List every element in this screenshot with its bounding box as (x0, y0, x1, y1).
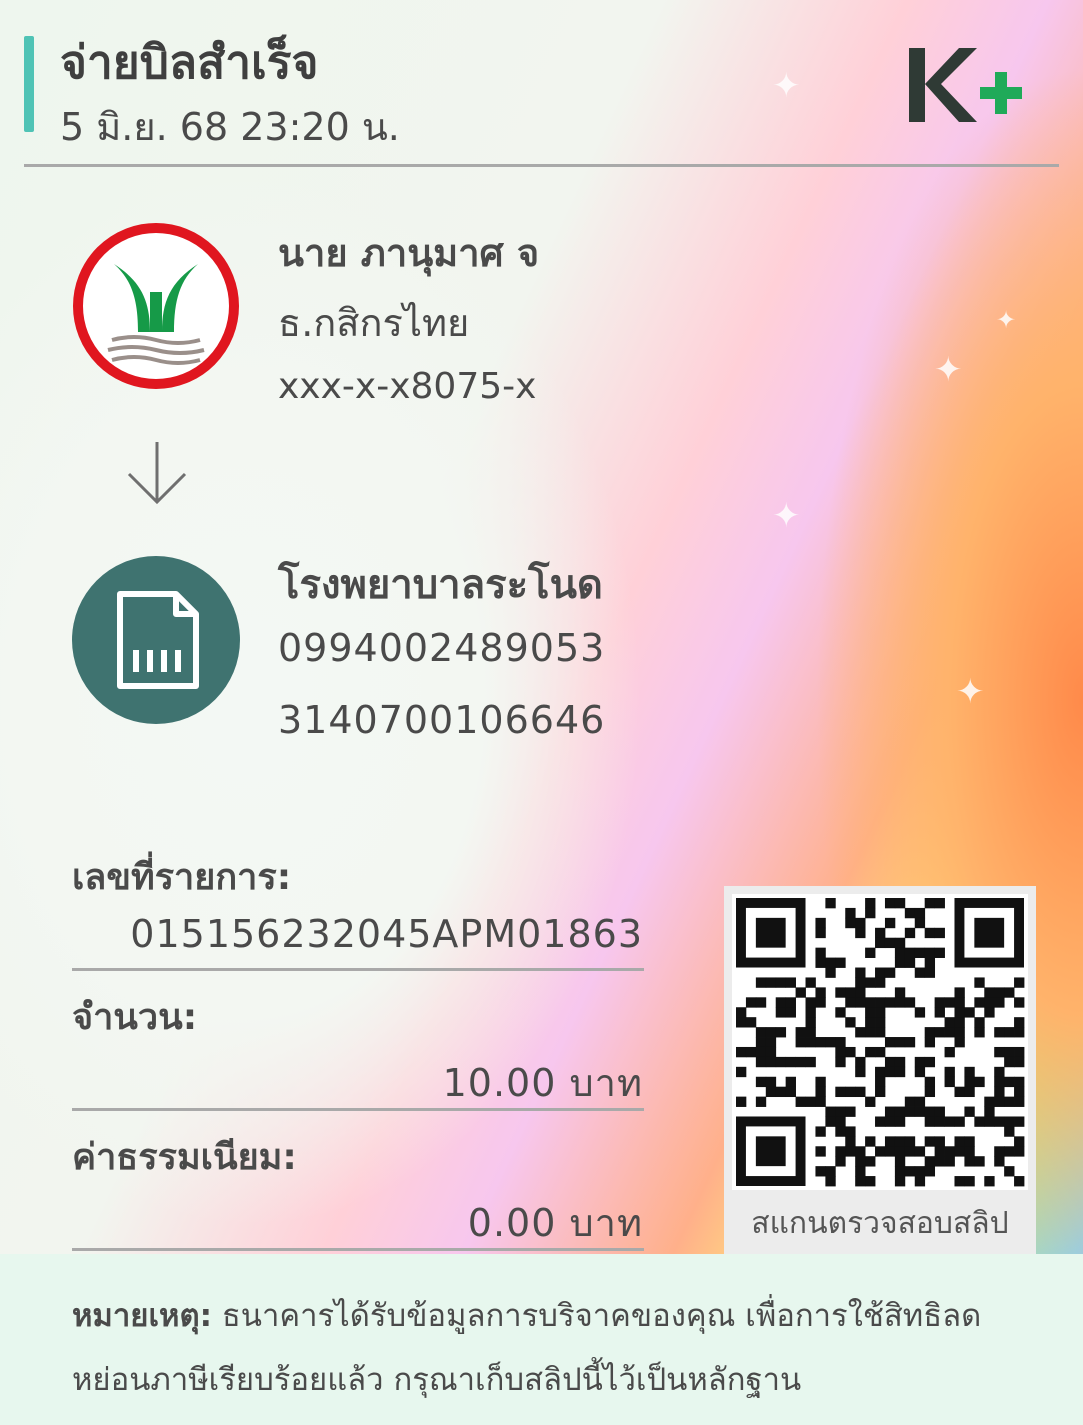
page-title: จ่ายบิลสำเร็จ (60, 35, 319, 89)
header-accent-bar (24, 36, 34, 132)
receiver-ref2: 3140700106646 (278, 698, 606, 742)
header-divider (24, 164, 1059, 167)
arrow-down-icon (127, 442, 187, 505)
receiver-name: โรงพยาบาลระโนด (278, 562, 603, 608)
fee-value: 0.00 บาท (467, 1201, 643, 1245)
sparkle-icon: ✦ (996, 306, 1017, 334)
sparkle-icon: ✦ (772, 66, 801, 106)
note-section: หมายเหตุ: ธนาคารได้รับข้อมูลการบริจาคของ… (0, 1254, 1083, 1425)
qr-caption: สแกนตรวจสอบสลิป (751, 1206, 1009, 1241)
note-text: หมายเหตุ: ธนาคารได้รับข้อมูลการบริจาคของ… (72, 1284, 1032, 1412)
divider (72, 1108, 644, 1111)
qr-code-icon (736, 898, 1025, 1187)
kbank-logo-icon (73, 223, 239, 389)
qr-verify-panel[interactable]: สแกนตรวจสอบสลิป (724, 886, 1036, 1256)
transaction-datetime: 5 มิ.ย. 68 23:20 น. (60, 105, 400, 149)
sparkle-icon: ✦ (956, 672, 985, 712)
transaction-id-label: เลขที่รายการ: (72, 857, 292, 898)
divider (72, 1248, 644, 1251)
qr-code[interactable] (732, 894, 1028, 1190)
divider (72, 968, 644, 971)
note-label: หมายเหตุ: (72, 1298, 212, 1334)
sparkle-icon: ✦ (772, 496, 801, 536)
sender-bank: ธ.กสิกรไทย (278, 301, 470, 345)
amount-label: จำนวน: (72, 997, 198, 1038)
sender-name: นาย ภานุมาศ จ (278, 231, 540, 275)
transaction-id-value: 015156232045APM01863 (130, 912, 643, 956)
amount-value: 10.00 บาท (442, 1061, 643, 1105)
receiver-ref1: 0994002489053 (278, 626, 606, 670)
sender-account: xxx-x-x8075-x (278, 366, 537, 407)
kplus-logo (909, 48, 1022, 122)
fee-label: ค่าธรรมเนียม: (72, 1137, 297, 1178)
bill-document-icon (72, 556, 240, 724)
sparkle-icon: ✦ (934, 350, 963, 390)
